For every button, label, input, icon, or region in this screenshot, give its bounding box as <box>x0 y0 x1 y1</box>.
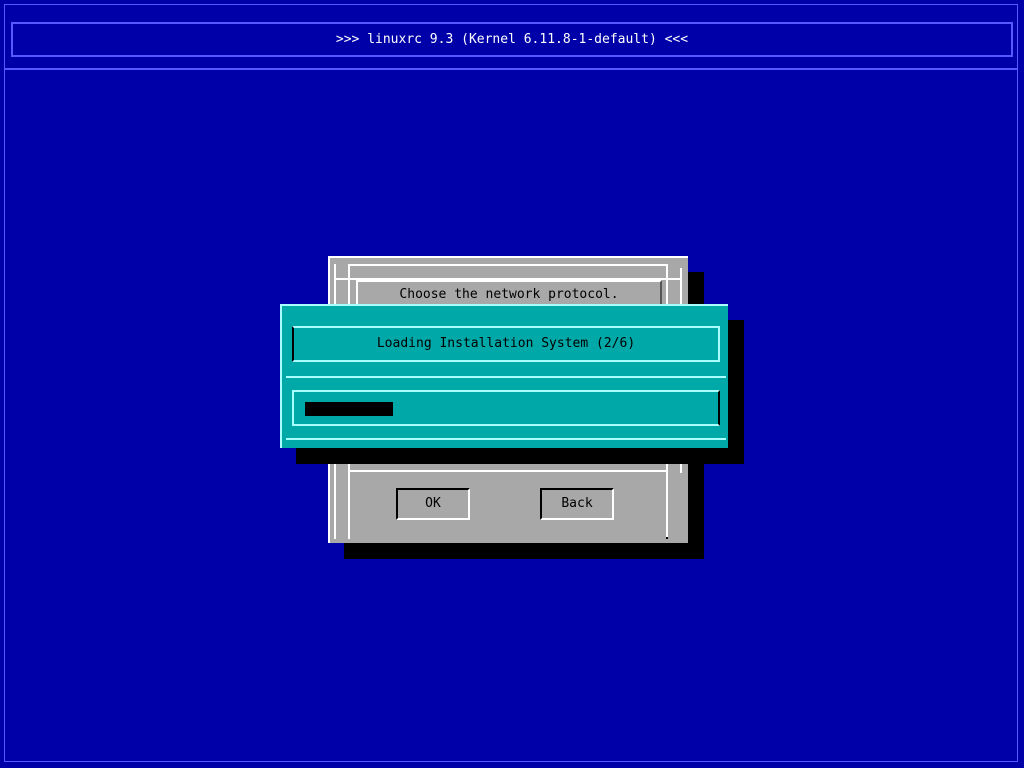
dialog-frame-line <box>348 470 668 472</box>
dialog-frame-line <box>666 537 668 539</box>
title-bar: >>> linuxrc 9.3 (Kernel 6.11.8-1-default… <box>11 22 1013 57</box>
progress-bar <box>292 390 720 426</box>
loading-title: Loading Installation System (2/6) <box>292 326 720 362</box>
ok-button[interactable]: OK <box>396 488 470 520</box>
loading-dialog: Loading Installation System (2/6) <box>280 304 728 448</box>
loading-divider <box>286 376 726 378</box>
dialog-frame-line <box>348 264 668 266</box>
loading-bottom-line <box>286 438 726 440</box>
title-divider <box>4 68 1018 70</box>
back-button[interactable]: Back <box>540 488 614 520</box>
progress-bar-fill <box>305 402 393 416</box>
